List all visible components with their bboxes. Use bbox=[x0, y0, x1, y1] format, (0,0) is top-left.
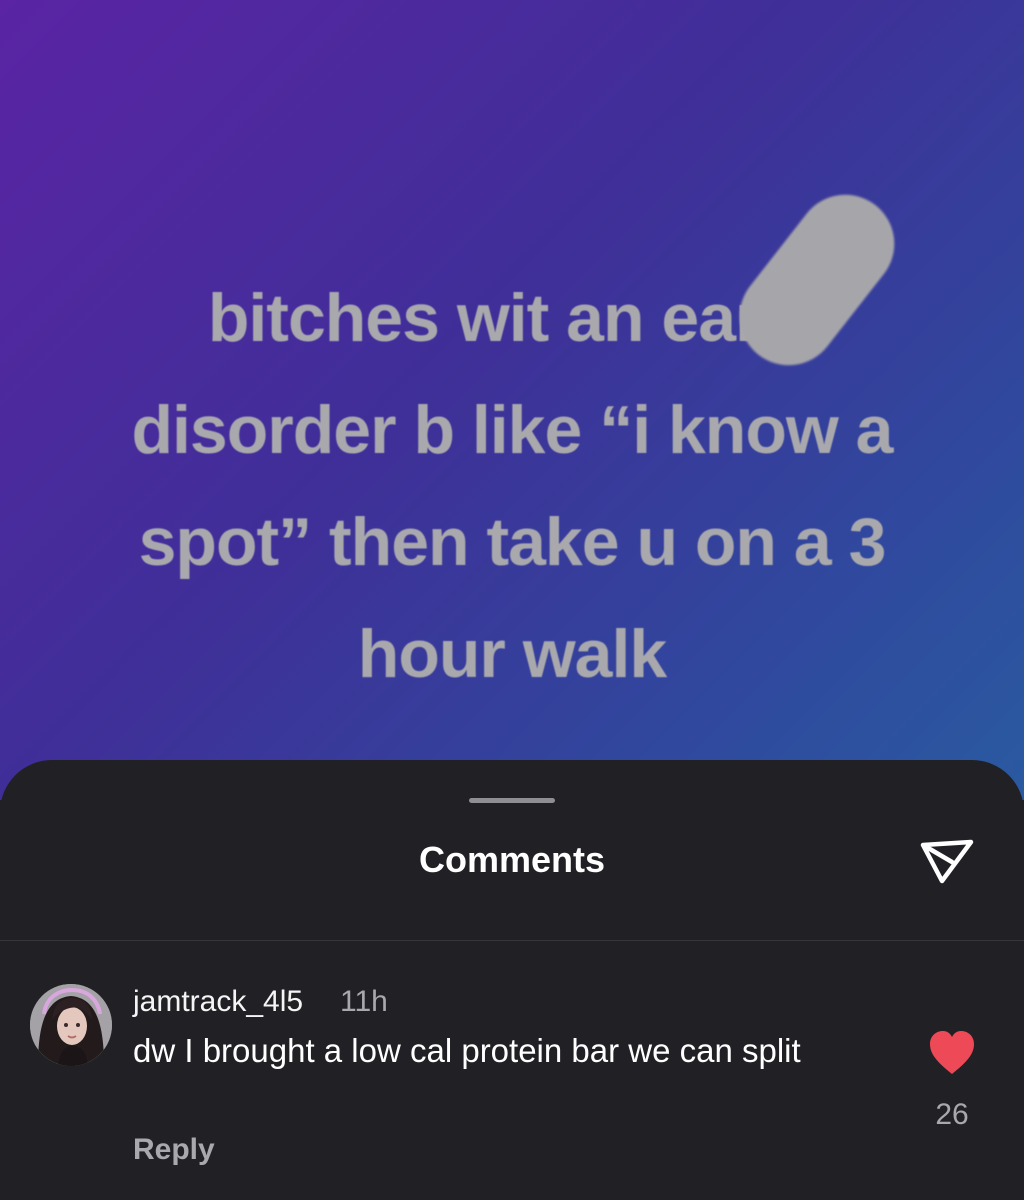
avatar-image bbox=[30, 984, 112, 1066]
comment-text: dw I brought a low cal protein bar we ca… bbox=[133, 1032, 801, 1069]
send-icon bbox=[920, 839, 974, 884]
comment-username[interactable]: jamtrack_4l5 bbox=[133, 983, 303, 1021]
post-line-3: spot” then take u on a 3 bbox=[138, 504, 887, 580]
avatar[interactable] bbox=[30, 984, 112, 1066]
post-line-2: disorder b like “i know a bbox=[131, 392, 894, 468]
post-caption-text: bitches wit an eang disorder b like “i k… bbox=[0, 262, 1024, 710]
sheet-grabber[interactable] bbox=[469, 798, 555, 803]
post-line-1-start: bitches wit an ea bbox=[207, 280, 736, 356]
sheet-divider bbox=[0, 940, 1024, 941]
reply-button[interactable]: Reply bbox=[133, 1131, 215, 1169]
post-line-4: hour walk bbox=[357, 616, 667, 692]
like-button[interactable] bbox=[928, 1030, 976, 1076]
like-count: 26 bbox=[935, 1098, 969, 1131]
comment-timestamp: 11h bbox=[340, 985, 388, 1018]
comments-title: Comments bbox=[418, 839, 606, 880]
heart-filled-icon bbox=[930, 1031, 974, 1074]
send-button[interactable] bbox=[914, 829, 980, 895]
post-image: bitches wit an eang disorder b like “i k… bbox=[0, 0, 1024, 800]
